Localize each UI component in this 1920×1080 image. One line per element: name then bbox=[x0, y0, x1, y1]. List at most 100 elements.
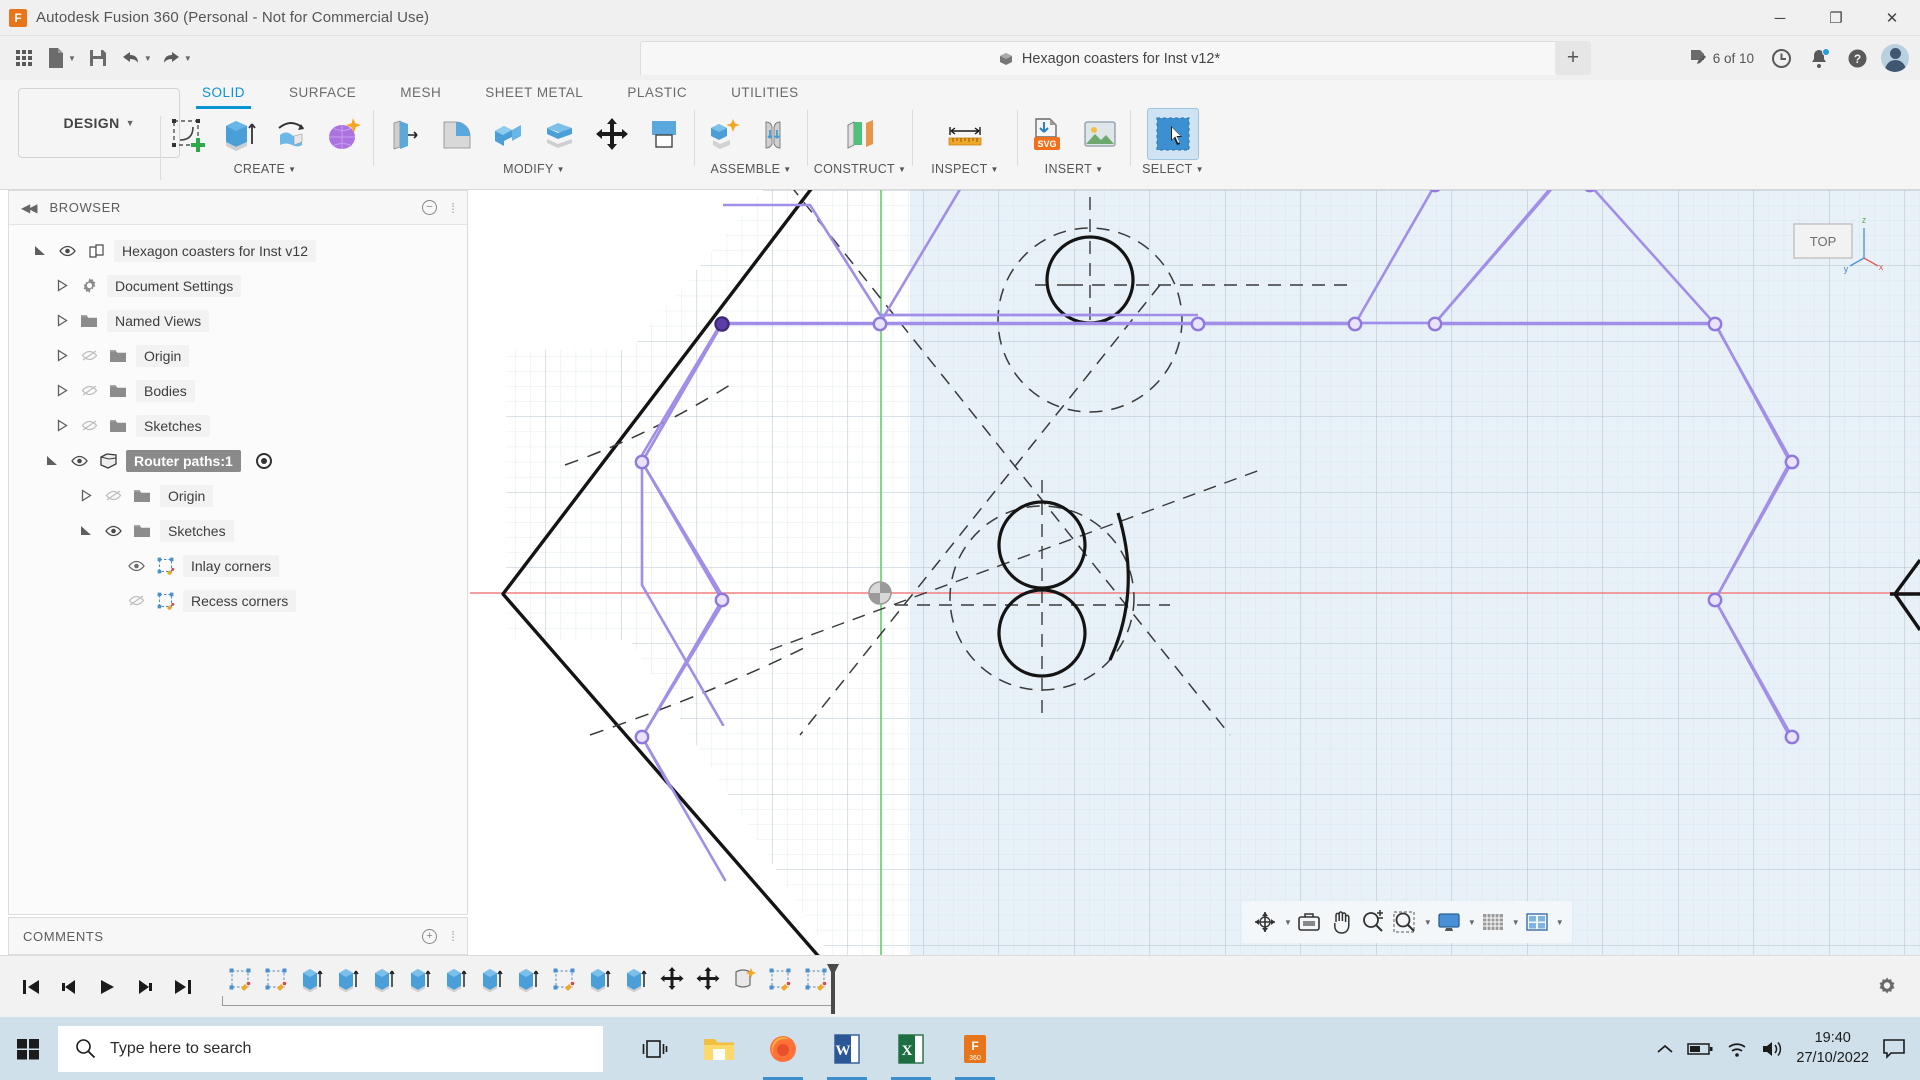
timeline-feature[interactable] bbox=[762, 959, 798, 999]
add-comment-icon[interactable]: + bbox=[422, 929, 437, 944]
tree-item-router-origin[interactable]: Origin bbox=[9, 478, 467, 513]
tab-mesh[interactable]: MESH bbox=[378, 80, 463, 106]
twist-closed-icon[interactable] bbox=[53, 347, 71, 365]
form-icon[interactable] bbox=[317, 108, 369, 160]
excel-icon[interactable]: X bbox=[881, 1017, 941, 1080]
timeline-feature[interactable] bbox=[690, 959, 726, 999]
action-center-icon[interactable] bbox=[1882, 1038, 1906, 1060]
panel-grip-icon[interactable]: ⁞ bbox=[451, 200, 455, 216]
insert-image-icon[interactable] bbox=[1074, 108, 1126, 160]
ribbon-group-label-create[interactable]: CREATE ▼ bbox=[234, 162, 297, 176]
step-back-icon[interactable] bbox=[52, 970, 86, 1004]
windows-start-icon[interactable] bbox=[0, 1017, 56, 1080]
visibility-eye-icon[interactable] bbox=[56, 242, 78, 260]
timeline-feature[interactable] bbox=[618, 959, 654, 999]
save-icon[interactable] bbox=[81, 41, 115, 75]
timeline-feature[interactable] bbox=[294, 959, 330, 999]
tree-item-sketches[interactable]: Sketches bbox=[9, 408, 467, 443]
tab-sheet-metal[interactable]: SHEET METAL bbox=[463, 80, 605, 106]
wifi-icon[interactable] bbox=[1726, 1040, 1748, 1058]
tree-item-named-views[interactable]: Named Views bbox=[9, 303, 467, 338]
tab-solid[interactable]: SOLID bbox=[180, 80, 267, 106]
timeline-feature[interactable] bbox=[546, 959, 582, 999]
workspace-switcher[interactable]: DESIGN ▼ bbox=[18, 88, 180, 158]
twist-closed-icon[interactable] bbox=[53, 312, 71, 330]
tree-item-bodies[interactable]: Bodies bbox=[9, 373, 467, 408]
app-grid-icon[interactable] bbox=[7, 41, 41, 75]
chevron-down-icon[interactable]: ▼ bbox=[1556, 918, 1564, 927]
step-forward-icon[interactable] bbox=[128, 970, 162, 1004]
joint-icon[interactable] bbox=[751, 108, 803, 160]
activate-component-radio[interactable] bbox=[256, 453, 272, 469]
comments-panel[interactable]: COMMENTS + ⁞ bbox=[8, 917, 468, 955]
tree-item-router-sketches[interactable]: Sketches bbox=[9, 513, 467, 548]
look-at-icon[interactable] bbox=[1294, 905, 1324, 939]
ribbon-group-label-assemble[interactable]: ASSEMBLE ▼ bbox=[710, 162, 791, 176]
word-icon[interactable]: W bbox=[817, 1017, 877, 1080]
twist-open-icon[interactable] bbox=[43, 452, 61, 470]
minimize-panel-icon[interactable]: − bbox=[422, 200, 437, 215]
go-to-start-icon[interactable] bbox=[14, 970, 48, 1004]
tree-item-document-settings[interactable]: Document Settings bbox=[9, 268, 467, 303]
insert-svg-icon[interactable]: SVG bbox=[1022, 108, 1074, 160]
chevron-down-icon[interactable]: ▼ bbox=[1424, 918, 1432, 927]
visibility-hidden-icon[interactable] bbox=[78, 417, 100, 435]
tab-plastic[interactable]: PLASTIC bbox=[605, 80, 709, 106]
maximize-button[interactable]: ❐ bbox=[1808, 0, 1864, 36]
fillet-icon[interactable] bbox=[430, 108, 482, 160]
chevron-down-icon[interactable]: ▼ bbox=[1512, 918, 1520, 927]
twist-open-icon[interactable] bbox=[77, 522, 95, 540]
minimize-button[interactable]: ─ bbox=[1752, 0, 1808, 36]
twist-open-icon[interactable] bbox=[31, 242, 49, 260]
bell-notification-icon[interactable] bbox=[1802, 41, 1836, 75]
zoom-icon[interactable] bbox=[1358, 905, 1388, 939]
select-icon[interactable] bbox=[1147, 108, 1199, 160]
tree-item-hexagon-coasters[interactable]: Hexagon coasters for Inst v12 bbox=[9, 233, 467, 268]
clock-history-icon[interactable] bbox=[1764, 41, 1798, 75]
measure-icon[interactable] bbox=[939, 108, 991, 160]
shell-icon[interactable] bbox=[482, 108, 534, 160]
visibility-hidden-icon[interactable] bbox=[78, 382, 100, 400]
file-explorer-icon[interactable] bbox=[689, 1017, 749, 1080]
chevron-down-icon[interactable]: ▼ bbox=[1284, 918, 1292, 927]
grid-snaps-icon[interactable] bbox=[1478, 905, 1508, 939]
draft-icon[interactable] bbox=[534, 108, 586, 160]
offset-plane-icon[interactable] bbox=[834, 108, 886, 160]
timeline-settings-icon[interactable] bbox=[1872, 972, 1902, 1002]
twist-closed-icon[interactable] bbox=[53, 277, 71, 295]
play-icon[interactable] bbox=[90, 970, 124, 1004]
press-pull-icon[interactable] bbox=[378, 108, 430, 160]
timeline-feature[interactable] bbox=[258, 959, 294, 999]
visibility-eye-icon[interactable] bbox=[68, 452, 90, 470]
timeline-feature[interactable] bbox=[654, 959, 690, 999]
battery-icon[interactable] bbox=[1687, 1042, 1713, 1056]
close-button[interactable]: ✕ bbox=[1864, 0, 1920, 36]
create-sketch-icon[interactable] bbox=[161, 108, 213, 160]
zoom-window-icon[interactable] bbox=[1390, 905, 1420, 939]
view-cube[interactable]: TOP z x y bbox=[1776, 208, 1886, 300]
task-view-icon[interactable] bbox=[625, 1017, 685, 1080]
firefox-icon[interactable] bbox=[753, 1017, 813, 1080]
undo-icon[interactable]: ▼ bbox=[117, 41, 155, 75]
tab-surface[interactable]: SURFACE bbox=[267, 80, 378, 106]
visibility-hidden-icon[interactable] bbox=[78, 347, 100, 365]
new-component-icon[interactable] bbox=[699, 108, 751, 160]
chevron-down-icon[interactable]: ▼ bbox=[1468, 918, 1476, 927]
timeline-feature[interactable] bbox=[366, 959, 402, 999]
question-help-icon[interactable]: ? bbox=[1840, 41, 1874, 75]
timeline-feature[interactable] bbox=[438, 959, 474, 999]
align-icon[interactable] bbox=[638, 108, 690, 160]
viewports-icon[interactable] bbox=[1522, 905, 1552, 939]
ribbon-group-label-inspect[interactable]: INSPECT ▼ bbox=[931, 162, 999, 176]
user-avatar[interactable] bbox=[1878, 41, 1912, 75]
visibility-hidden-icon[interactable] bbox=[125, 592, 147, 610]
fusion360-icon[interactable]: F360 bbox=[945, 1017, 1005, 1080]
pan-icon[interactable] bbox=[1326, 905, 1356, 939]
ribbon-group-label-construct[interactable]: CONSTRUCT ▼ bbox=[814, 162, 906, 176]
visibility-eye-icon[interactable] bbox=[102, 522, 124, 540]
new-document-icon[interactable]: ▼ bbox=[43, 41, 79, 75]
visibility-hidden-icon[interactable] bbox=[102, 487, 124, 505]
tree-item-origin[interactable]: Origin bbox=[9, 338, 467, 373]
timeline-feature[interactable] bbox=[474, 959, 510, 999]
document-tab[interactable]: Hexagon coasters for Inst v12* ✕ bbox=[640, 41, 1578, 75]
